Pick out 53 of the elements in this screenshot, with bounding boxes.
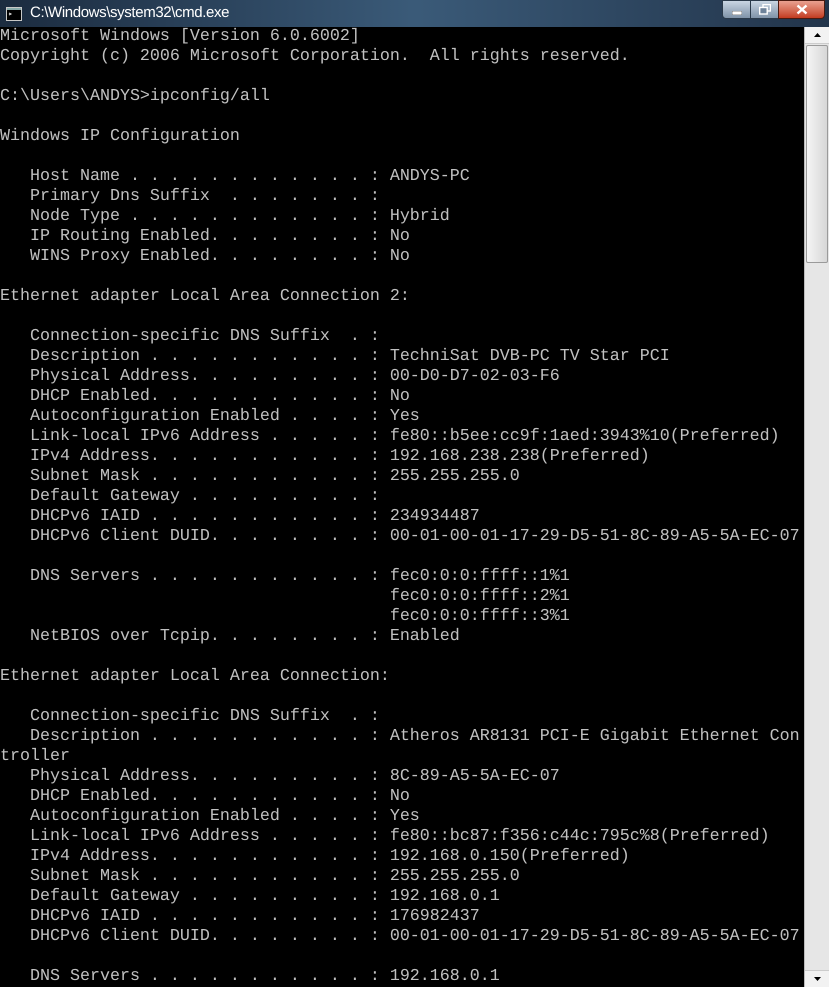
- console-line: Ethernet adapter Local Area Connection 2:: [0, 287, 410, 306]
- console-line: Ethernet adapter Local Area Connection:: [0, 667, 390, 686]
- console-line: DHCPv6 Client DUID. . . . . . . . : 00-01-00-01-17-29-D5-51-8C-89-A5-5A-EC-07: [28, 527, 800, 546]
- console-line: Description . . . . . . . . . . . : Atheros AR8131 PCI-E Gigabit Ethernet Con: [28, 727, 800, 746]
- console-line: DHCPv6 IAID . . . . . . . . . . . : 176982437: [28, 907, 480, 926]
- console-line: IPv4 Address. . . . . . . . . . . : 192.168.0.150(Preferred): [28, 847, 630, 866]
- window-title: C:\Windows\system32\cmd.exe: [30, 3, 230, 24]
- scroll-up-button[interactable]: [805, 27, 829, 44]
- console-line: Microsoft Windows [Version 6.0.6002]: [0, 27, 360, 46]
- scroll-down-button[interactable]: [805, 970, 829, 987]
- console-line: Subnet Mask . . . . . . . . . . . : 255.255.255.0: [28, 467, 520, 486]
- restore-icon: [758, 4, 770, 15]
- console-line: Subnet Mask . . . . . . . . . . . : 255.255.255.0: [28, 867, 520, 886]
- console-line: DHCP Enabled. . . . . . . . . . . : No: [28, 787, 410, 806]
- close-button[interactable]: [778, 0, 825, 19]
- console-line: Physical Address. . . . . . . . . : 8C-89-A5-5A-EC-07: [28, 767, 560, 786]
- console-line: Connection-specific DNS Suffix . :: [28, 707, 380, 726]
- console-line: fec0:0:0:ffff::3%1: [388, 607, 570, 626]
- console-line: troller: [0, 747, 70, 766]
- console-line: Primary Dns Suffix . . . . . . . :: [28, 187, 380, 206]
- console-line: Connection-specific DNS Suffix . :: [28, 327, 380, 346]
- console-line: DHCPv6 IAID . . . . . . . . . . . : 234934487: [28, 507, 480, 526]
- minimize-icon: [732, 10, 742, 14]
- console-icon: [6, 6, 22, 20]
- console-line: Default Gateway . . . . . . . . . :: [28, 487, 380, 506]
- console-line: IP Routing Enabled. . . . . . . . : No: [28, 227, 410, 246]
- up-arrow-icon: [814, 33, 820, 37]
- console-line: WINS Proxy Enabled. . . . . . . . : No: [28, 247, 410, 266]
- minimize-button[interactable]: [722, 0, 751, 19]
- console-line: Default Gateway . . . . . . . . . : 192.168.0.1: [28, 887, 500, 906]
- maximize-button[interactable]: [751, 0, 778, 19]
- console-line: Description . . . . . . . . . . . : TechniSat DVB-PC TV Star PCI: [28, 347, 670, 366]
- console-line: Link-local IPv6 Address . . . . . : fe80::bc87:f356:c44c:795c%8(Preferred): [28, 827, 770, 846]
- console-line: Link-local IPv6 Address . . . . . : fe80::b5ee:cc9f:1aed:3943%10(Preferred): [28, 427, 780, 446]
- console-line: Copyright (c) 2006 Microsoft Corporation. All rights reserved.: [0, 47, 630, 66]
- console-line: NetBIOS over Tcpip. . . . . . . . : Enabled: [28, 627, 460, 646]
- console-line: Node Type . . . . . . . . . . . . : Hybrid: [28, 207, 450, 226]
- console-line: Windows IP Configuration: [0, 127, 240, 146]
- close-icon: [796, 4, 808, 15]
- console-line: DNS Servers . . . . . . . . . . . : fec0:0:0:ffff::1%1: [28, 567, 570, 586]
- console-line: Autoconfiguration Enabled . . . . : Yes: [28, 407, 420, 426]
- console-line: fec0:0:0:ffff::2%1: [388, 587, 570, 606]
- console-line: Autoconfiguration Enabled . . . . : Yes: [28, 807, 420, 826]
- down-arrow-icon: [814, 977, 820, 981]
- console-line: DNS Servers . . . . . . . . . . . : 192.168.0.1: [28, 967, 500, 986]
- console-line: DHCPv6 Client DUID. . . . . . . . : 00-01-00-01-17-29-D5-51-8C-89-A5-5A-EC-07: [28, 927, 800, 946]
- console-line: C:\Users\ANDYS>ipconfig/all: [0, 87, 270, 106]
- console-line: Physical Address. . . . . . . . . : 00-D0-D7-02-03-F6: [28, 367, 560, 386]
- console-line: DHCP Enabled. . . . . . . . . . . : No: [28, 387, 410, 406]
- scrollbar[interactable]: [804, 27, 829, 987]
- console-line: Host Name . . . . . . . . . . . . : ANDYS-PC: [28, 167, 470, 186]
- console-line: IPv4 Address. . . . . . . . . . . : 192.168.238.238(Preferred): [28, 447, 650, 466]
- scroll-thumb[interactable]: [806, 45, 828, 263]
